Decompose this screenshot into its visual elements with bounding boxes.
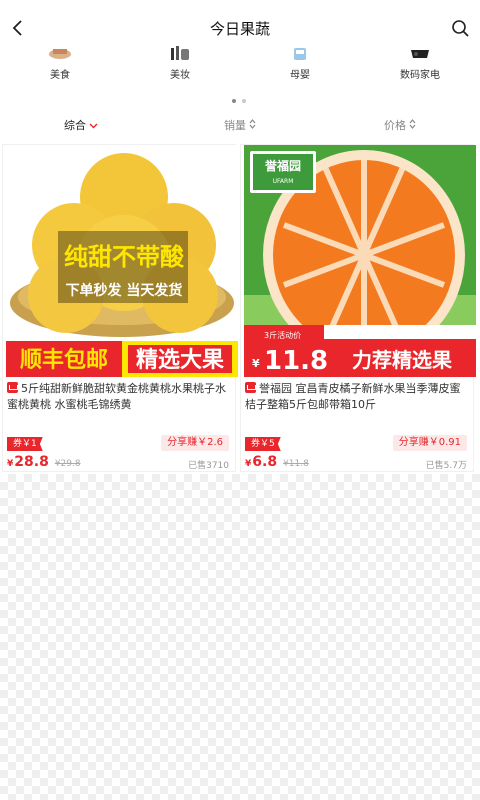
page-title: 今日果蔬 <box>209 19 270 38</box>
category-strip: 美食 美妆 母婴 数码家电 <box>0 46 480 94</box>
empty-area <box>0 474 480 800</box>
search-icon[interactable] <box>450 18 472 40</box>
brand-logo-sub: UFARM <box>273 178 294 185</box>
tmall-tag-icon <box>7 382 18 393</box>
sort-updown-icon <box>409 118 416 132</box>
product-title: 誉福园 宜昌青皮橘子新鲜水果当季薄皮蜜桔子整箱5斤包邮带箱10斤 <box>245 381 471 413</box>
category-label: 美妆 <box>170 70 190 81</box>
category-label: 美食 <box>50 70 70 81</box>
original-price: ¥29.8 <box>54 459 81 469</box>
price: ¥ 28.8 ¥29.8 <box>7 454 81 470</box>
sort-label: 销量 <box>224 119 246 132</box>
food-thumb-icon <box>30 46 90 60</box>
sort-label: 综合 <box>64 119 86 132</box>
brand-logo-text: 誉福园 <box>264 158 301 173</box>
banner-sub-text: 下单秒发 当天发货 <box>66 282 183 299</box>
page-indicator <box>232 99 246 103</box>
sold-count: 已售3710 <box>188 461 229 471</box>
share-earn-badge[interactable]: 分享赚￥0.91 <box>392 435 467 451</box>
category-food[interactable]: 美食 <box>30 46 90 81</box>
sort-sales[interactable]: 销量 <box>224 117 256 133</box>
category-baby[interactable]: 母婴 <box>270 46 330 81</box>
currency-symbol: ¥ <box>245 459 252 469</box>
category-cosmetics[interactable]: 美妆 <box>150 46 210 81</box>
product-title-text: 誉福园 宜昌青皮橘子新鲜水果当季薄皮蜜桔子整箱5斤包邮带箱10斤 <box>245 382 461 411</box>
baby-thumb-icon <box>270 46 330 60</box>
product-card[interactable]: 誉福园 UFARM 3斤活动价 ¥ 11.8 力荐精选果 誉福园 宜昌青皮橘子新… <box>240 144 476 472</box>
product-image: 誉福园 UFARM 3斤活动价 ¥ 11.8 力荐精选果 <box>244 145 476 377</box>
app-header: 今日果蔬 <box>0 0 480 48</box>
sort-price[interactable]: 价格 <box>384 117 416 133</box>
banner-price: 11.8 <box>264 346 328 376</box>
chevron-down-icon <box>89 119 98 132</box>
sort-updown-icon <box>249 118 256 132</box>
price-value: 28.8 <box>14 454 49 470</box>
category-label: 数码家电 <box>400 70 440 81</box>
category-label: 母婴 <box>290 70 310 81</box>
sort-bar: 综合 销量 价格 <box>0 112 480 138</box>
share-earn-badge[interactable]: 分享赚￥2.6 <box>161 435 229 451</box>
coupon-badge[interactable]: 券￥1 <box>7 437 43 451</box>
price: ¥ 6.8 ¥11.8 <box>245 454 309 470</box>
promo-badge: 3斤活动价 <box>264 330 301 340</box>
sort-label: 价格 <box>384 119 406 132</box>
sort-comprehensive[interactable]: 综合 <box>64 117 98 133</box>
price-value: 6.8 <box>252 454 278 470</box>
product-title: 5斤纯甜新鲜脆甜软黄金桃黄桃水果桃子水蜜桃黄桃 水蜜桃毛锦绣黄 <box>7 381 233 413</box>
banner-right-text: 精选大果 <box>136 347 224 373</box>
product-card[interactable]: 纯甜不带酸 下单秒发 当天发货 顺丰包邮 精选大果 5斤纯甜新鲜脆甜软黄金桃黄桃… <box>2 144 238 472</box>
product-image: 纯甜不带酸 下单秒发 当天发货 顺丰包邮 精选大果 <box>6 145 238 377</box>
original-price: ¥11.8 <box>283 459 309 469</box>
banner-slogan: 力荐精选果 <box>352 348 452 372</box>
sold-count: 已售5.7万 <box>425 461 467 471</box>
page-dot-active <box>232 99 236 103</box>
tmall-tag-icon <box>245 382 256 393</box>
banner-main-text: 纯甜不带酸 <box>64 243 185 271</box>
category-electronics[interactable]: 数码家电 <box>390 46 450 81</box>
banner-currency: ¥ <box>252 357 260 370</box>
page-dot <box>242 99 246 103</box>
back-icon[interactable] <box>8 18 28 38</box>
cosmetics-thumb-icon <box>150 46 210 60</box>
product-title-text: 5斤纯甜新鲜脆甜软黄金桃黄桃水果桃子水蜜桃黄桃 水蜜桃毛锦绣黄 <box>7 382 226 411</box>
electronics-thumb-icon <box>390 46 450 60</box>
banner-left-text: 顺丰包邮 <box>20 347 108 373</box>
currency-symbol: ¥ <box>7 459 14 469</box>
coupon-badge[interactable]: 券￥5 <box>245 437 281 451</box>
